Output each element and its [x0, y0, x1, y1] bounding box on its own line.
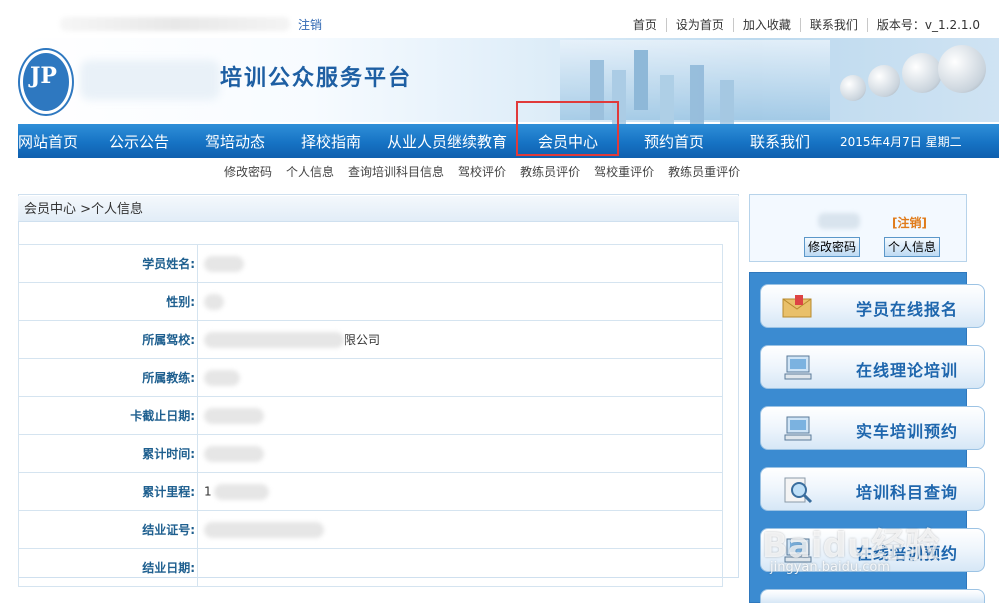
envelope-icon [782, 295, 812, 318]
computer-icon [784, 416, 812, 441]
sidebar-button-partial[interactable] [760, 589, 985, 603]
computer-icon [784, 355, 812, 380]
subnav-change-password[interactable]: 修改密码 [224, 163, 272, 180]
top-logout-link[interactable]: 注销 [298, 16, 322, 33]
personal-info-button[interactable]: 个人信息 [884, 237, 941, 257]
link-add-favorite[interactable]: 加入收藏 [732, 18, 800, 32]
subnav-rerate-school[interactable]: 驾校重评价 [594, 163, 654, 180]
call-center-illustration [830, 45, 990, 120]
link-set-homepage[interactable]: 设为首页 [665, 18, 733, 32]
sub-nav: 修改密码 个人信息 查询培训科目信息 驾校评价 教练员评价 驾校重评价 教练员重… [224, 163, 754, 180]
username-blurred [818, 213, 860, 229]
table-row: 所属驾校: 限公司 [18, 320, 723, 359]
table-row: 性别: [18, 282, 723, 321]
row-value: 限公司 [197, 320, 723, 359]
welcome-text-blurred [60, 17, 290, 31]
member-center-highlight [516, 101, 619, 156]
user-logout-link[interactable]: [注销] [892, 214, 927, 231]
table-row: 结业证号: [18, 510, 723, 549]
blurred-value [204, 521, 324, 538]
nav-item-booking[interactable]: 预约首页 [644, 124, 704, 158]
row-value [197, 434, 723, 473]
baidu-watermark-url: jingyan.baidu.com [770, 560, 890, 575]
row-value [197, 282, 723, 321]
row-value: 1 [197, 472, 723, 511]
site-logo[interactable]: JP [20, 50, 72, 114]
user-box: [注销] 修改密码 个人信息 [749, 194, 967, 262]
blurred-value [204, 293, 224, 310]
top-bar: 注销 首页 设为首页 加入收藏 联系我们 版本号：v_1.2.1.0 [0, 0, 999, 38]
table-row: 所属教练: [18, 358, 723, 397]
link-home[interactable]: 首页 [624, 18, 666, 32]
main-nav: 网站首页 公示公告 驾培动态 择校指南 从业人员继续教育 会员中心 预约首页 联… [18, 124, 999, 158]
current-date: 2015年4月7日 星期二 [840, 135, 962, 149]
row-label: 卡截止日期: [18, 396, 198, 435]
nav-item-home[interactable]: 网站首页 [18, 124, 78, 158]
row-label: 性别: [18, 282, 198, 321]
blurred-value [213, 483, 269, 500]
row-label: 所属驾校: [18, 320, 198, 359]
nav-item-contact[interactable]: 联系我们 [750, 124, 810, 158]
version-label: 版本号：v_1.2.1.0 [866, 18, 989, 32]
subnav-rate-coach[interactable]: 教练员评价 [520, 163, 580, 180]
row-value [197, 548, 723, 587]
online-theory-training-button[interactable]: 在线理论培训 [760, 345, 985, 389]
table-row: 学员姓名: [18, 244, 723, 283]
row-value [197, 510, 723, 549]
row-label: 所属教练: [18, 358, 198, 397]
change-password-button[interactable]: 修改密码 [804, 237, 861, 257]
subnav-rate-school[interactable]: 驾校评价 [458, 163, 506, 180]
row-label: 累计时间: [18, 434, 198, 473]
row-value [197, 396, 723, 435]
subnav-query-subjects[interactable]: 查询培训科目信息 [348, 163, 444, 180]
row-label: 学员姓名: [18, 244, 198, 283]
nav-item-school-guide[interactable]: 择校指南 [301, 124, 361, 158]
row-value [197, 358, 723, 397]
row-label: 结业证号: [18, 510, 198, 549]
magnifier-icon [784, 477, 813, 504]
row-label: 累计里程: [18, 472, 198, 511]
site-title-blurred [80, 60, 220, 100]
link-contact[interactable]: 联系我们 [799, 18, 867, 32]
table-row: 累计时间: [18, 434, 723, 473]
blurred-value [204, 332, 344, 349]
nav-item-announcements[interactable]: 公示公告 [109, 124, 169, 158]
subnav-personal-info[interactable]: 个人信息 [286, 163, 334, 180]
table-row: 累计里程: 1 [18, 472, 723, 511]
top-links: 首页 设为首页 加入收藏 联系我们 版本号：v_1.2.1.0 [624, 18, 989, 32]
breadcrumb: 会员中心 >个人信息 [18, 196, 739, 222]
practical-training-booking-button[interactable]: 实车培训预约 [760, 406, 985, 450]
blurred-value [204, 369, 240, 386]
table-row: 结业日期: [18, 548, 723, 587]
site-title: 培训公众服务平台 [220, 66, 413, 91]
table-row: 卡截止日期: [18, 396, 723, 435]
training-subject-query-button[interactable]: 培训科目查询 [760, 467, 985, 511]
nav-item-news[interactable]: 驾培动态 [205, 124, 265, 158]
blurred-value [204, 407, 264, 424]
row-label: 结业日期: [18, 548, 198, 587]
online-registration-button[interactable]: 学员在线报名 [760, 284, 985, 328]
nav-item-continuing-education[interactable]: 从业人员继续教育 [387, 124, 507, 158]
row-value [197, 244, 723, 283]
blurred-value [204, 255, 244, 272]
subnav-rerate-coach[interactable]: 教练员重评价 [668, 163, 740, 180]
blurred-value [204, 445, 264, 462]
profile-table: 学员姓名: 性别: 所属驾校: 限公司 所属教练: 卡截止日期: 累计时间: 累… [18, 244, 723, 587]
